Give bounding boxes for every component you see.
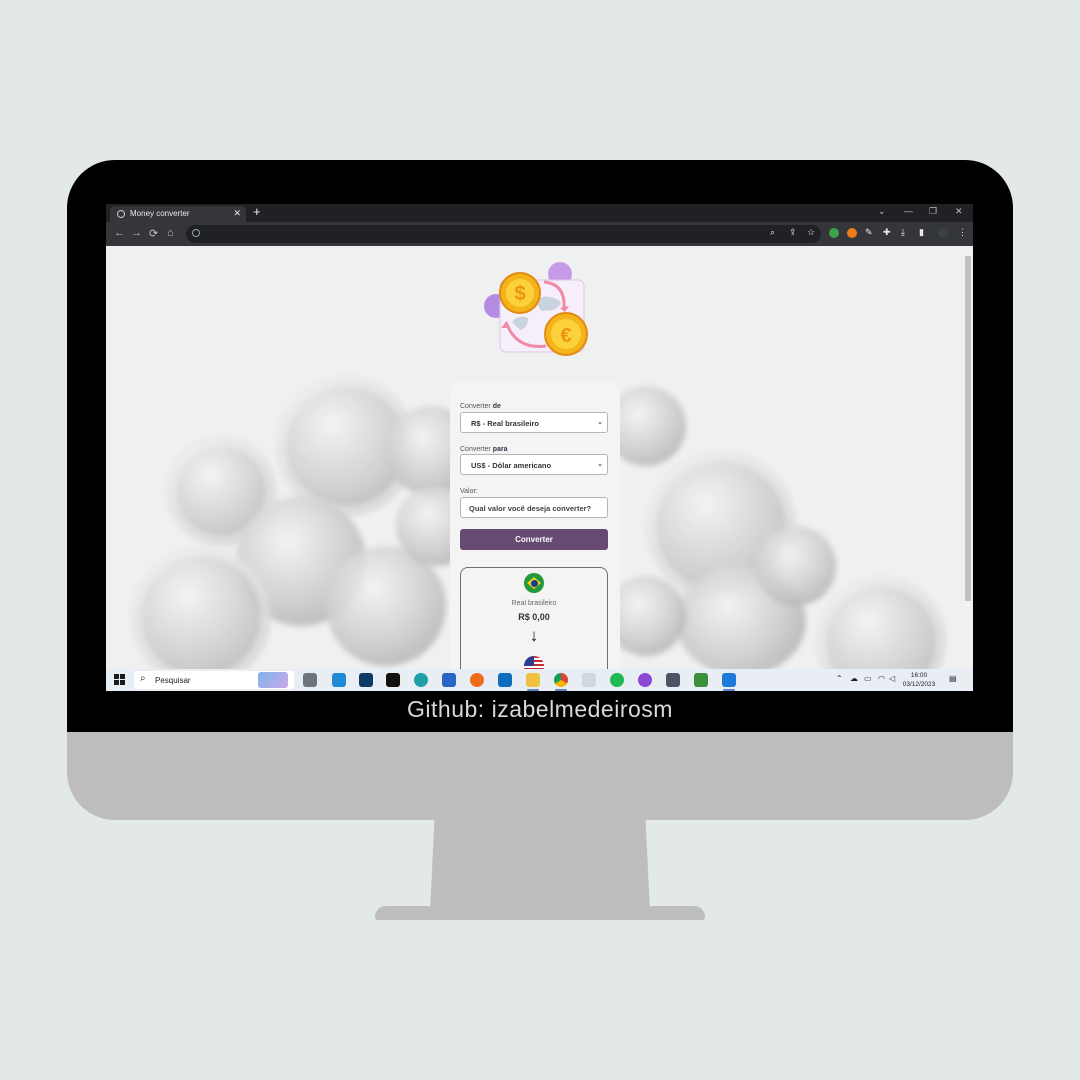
extension-orange-icon[interactable] — [847, 228, 857, 238]
usa-flag-icon — [524, 656, 544, 669]
active-app-indicator — [723, 689, 735, 691]
notifications-icon[interactable]: ▤ — [949, 674, 957, 683]
browser-toolbar: ← → ⟳ ⌂ ⌕ ⇪ ☆ ✎ ✚ ⤓ ▮ ⋮ — [106, 222, 973, 246]
money-converter-logo: $ € — [484, 262, 588, 356]
value-input[interactable]: Qual valor você deseja converter? — [460, 497, 608, 518]
forward-icon[interactable]: → — [131, 227, 142, 239]
page-scrollbar[interactable] — [964, 246, 973, 669]
screen: Money converter ✕ + ⌄ — ❐ ✕ ← → ⟳ ⌂ ⌕ ⇪ … — [106, 204, 973, 691]
back-icon[interactable]: ← — [114, 227, 125, 239]
close-window-button[interactable]: ✕ — [955, 206, 963, 217]
minimize-button[interactable]: — — [904, 206, 913, 216]
svg-text:€: € — [560, 325, 571, 347]
volume-icon[interactable]: ◁ — [889, 674, 895, 683]
brazil-flag-icon — [524, 573, 544, 593]
vscode-icon[interactable] — [722, 673, 736, 687]
taskbar-search[interactable]: ⌕ Pesquisar — [134, 671, 294, 689]
menu-kebab-icon[interactable]: ⋮ — [958, 227, 967, 238]
outlook-icon[interactable] — [498, 673, 512, 687]
clock-date: 03/12/2023 — [902, 681, 936, 688]
background-coin — [816, 576, 946, 669]
home-icon[interactable]: ⌂ — [167, 227, 174, 239]
edge-icon[interactable] — [414, 673, 428, 687]
from-currency-amount: R$ 0,00 — [518, 612, 550, 622]
to-currency-select[interactable]: US$ - Dólar americano ⌄ — [460, 454, 608, 475]
arrow-down-icon: ↓ — [529, 626, 539, 645]
from-currency-value: R$ - Real brasileiro — [471, 419, 539, 428]
wifi-icon[interactable]: ◠ — [878, 674, 885, 683]
netflix-icon[interactable] — [386, 673, 400, 687]
taskbar-clock[interactable]: 16:00 03/12/2023 — [899, 671, 939, 689]
eyedropper-icon[interactable]: ✎ — [865, 227, 873, 238]
battery-icon[interactable]: ▭ — [864, 674, 872, 683]
extensions-puzzle-icon[interactable]: ✚ — [883, 227, 891, 238]
active-app-indicator — [527, 689, 539, 691]
converter-card: Converter de R$ - Real brasileiro ⌄ Conv… — [450, 382, 620, 669]
to-currency-label: Converter para — [460, 446, 508, 453]
from-currency-name: Real brasileiro — [511, 600, 557, 607]
spotify-icon[interactable] — [610, 673, 624, 687]
app-icon[interactable] — [694, 673, 708, 687]
firefox-icon[interactable] — [470, 673, 484, 687]
search-highlight-image — [258, 672, 288, 688]
app-icon[interactable] — [442, 673, 456, 687]
app-icon[interactable] — [638, 673, 652, 687]
chevron-up-icon[interactable]: ⌃ — [836, 674, 843, 683]
share-icon[interactable]: ⇪ — [789, 227, 797, 238]
address-bar[interactable] — [186, 225, 821, 243]
web-page: $ € Converter de R$ - Real brasileiro ⌄ … — [106, 246, 964, 669]
task-view-icon[interactable] — [303, 673, 317, 687]
active-app-indicator — [555, 689, 567, 691]
search-icon: ⌕ — [140, 673, 146, 684]
extension-green-icon[interactable] — [829, 228, 839, 238]
app-icon[interactable] — [582, 673, 596, 687]
from-currency-select[interactable]: R$ - Real brasileiro ⌄ — [460, 412, 608, 433]
chevron-down-icon: ⌄ — [597, 419, 603, 426]
chevron-down-icon: ⌄ — [597, 461, 603, 468]
restore-button[interactable]: ❐ — [929, 206, 937, 217]
chrome-icon[interactable] — [554, 673, 568, 687]
app-icon[interactable] — [359, 673, 373, 687]
background-coin — [756, 526, 836, 606]
svg-text:$: $ — [514, 283, 525, 305]
tab-search-icon[interactable]: ⌄ — [878, 206, 886, 217]
onedrive-icon[interactable]: ☁ — [850, 674, 858, 683]
tab-title: Money converter — [130, 209, 190, 218]
browser-tab[interactable]: Money converter ✕ — [110, 206, 246, 222]
browser-tab-strip: Money converter ✕ + ⌄ — ❐ ✕ — [106, 204, 973, 222]
calculator-icon[interactable] — [666, 673, 680, 687]
monitor-stand-foot — [375, 906, 705, 920]
windows-taskbar: ⌕ Pesquisar ⌃ ☁ ▭ ◠ ◁ 16:00 03/12/2023 ▤ — [106, 669, 973, 691]
profile-avatar[interactable] — [938, 228, 948, 238]
conversion-result-box: Real brasileiro R$ 0,00 ↓ — [460, 567, 608, 669]
value-label: Valor: — [460, 488, 478, 495]
windows-start-icon[interactable] — [114, 674, 125, 685]
github-caption: Github: izabelmedeirosm — [407, 696, 673, 722]
scrollbar-thumb[interactable] — [965, 256, 971, 601]
from-currency-label: Converter de — [460, 403, 501, 410]
zoom-icon[interactable]: ⌕ — [770, 227, 775, 238]
search-placeholder: Pesquisar — [155, 676, 191, 685]
file-explorer-icon[interactable] — [526, 673, 540, 687]
site-info-icon[interactable] — [192, 229, 200, 237]
app-icon[interactable] — [332, 673, 346, 687]
new-tab-button[interactable]: + — [253, 204, 261, 219]
convert-button[interactable]: Converter — [460, 529, 608, 550]
clock-time: 16:00 — [910, 672, 928, 679]
to-currency-value: US$ - Dólar americano — [471, 461, 552, 470]
globe-icon — [117, 210, 125, 218]
bookmark-star-icon[interactable]: ☆ — [807, 227, 815, 238]
reload-icon[interactable]: ⟳ — [149, 227, 158, 240]
download-icon[interactable]: ⤓ — [901, 227, 905, 238]
side-panel-icon[interactable]: ▮ — [919, 227, 924, 238]
tab-close-icon[interactable]: ✕ — [233, 208, 241, 219]
monitor-stand-neck — [430, 820, 650, 912]
